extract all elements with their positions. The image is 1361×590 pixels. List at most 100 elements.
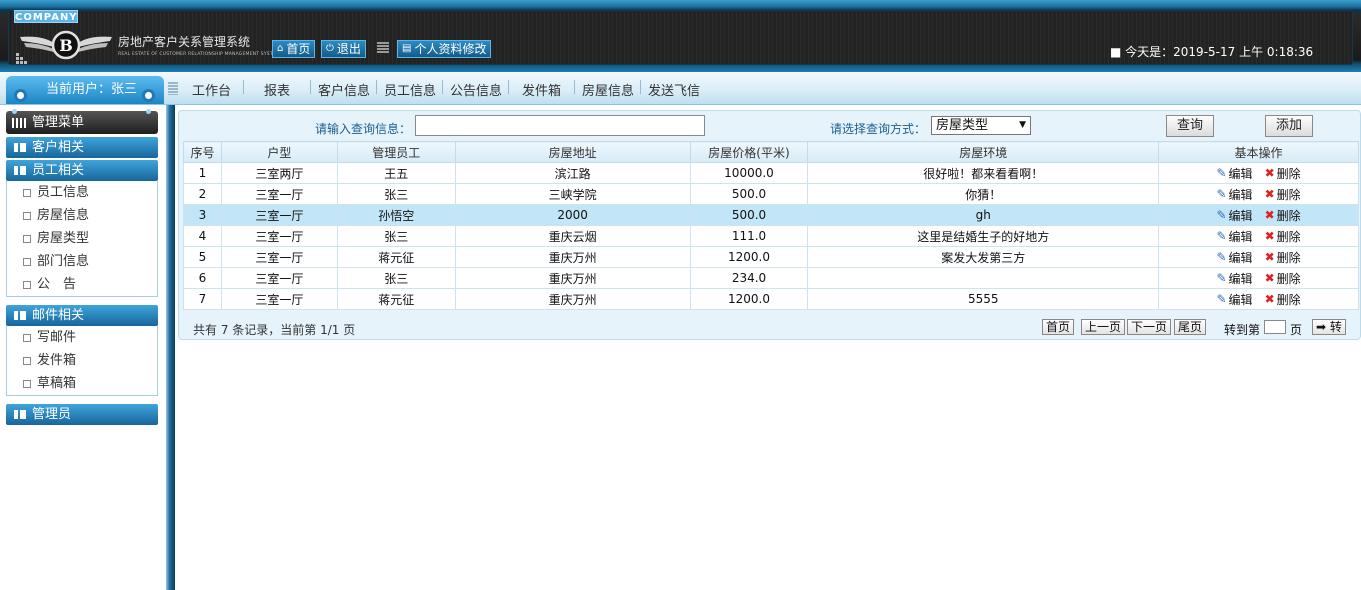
bullet-icon [23, 189, 31, 197]
nav-item-notices[interactable]: 公告信息 [450, 80, 502, 99]
cell-index: 7 [183, 288, 222, 310]
profile-edit-button[interactable]: ▤ 个人资料修改 [397, 40, 492, 58]
main-content: 请输入查询信息： 请选择查询方式： 房屋类型 ▼ 查询 添加 序号 户型 管理员… [176, 107, 1361, 590]
table-row[interactable]: 2 三室一厅 张三 三峡学院 500.0 你猜！ ✎ 编辑 ✖ 删除 [183, 183, 1359, 205]
table-row[interactable]: 1 三室两厅 王五 滨江路 10000.0 很好啦！都来看看啊！ ✎ 编辑 ✖ 删除 [183, 162, 1359, 184]
nav-item-customers[interactable]: 客户信息 [318, 80, 370, 99]
table-row[interactable]: 6 三室一厅 张三 重庆万州 234.0 ✎ 编辑 ✖ 删除 [183, 267, 1359, 289]
last-page-button[interactable]: 尾页 [1174, 319, 1207, 335]
col-header-address: 房屋地址 [454, 141, 691, 163]
delete-link[interactable]: ✖ 删除 [1265, 270, 1301, 287]
sidebar-group-customers[interactable]: 客户相关 [6, 137, 158, 158]
group-icon [14, 410, 26, 419]
cell-environment: 这里是结婚生子的好地方 [807, 225, 1160, 247]
delete-link[interactable]: ✖ 删除 [1265, 249, 1301, 266]
cell-index: 6 [183, 267, 222, 289]
sidebar-group-admin[interactable]: 管理员 [6, 404, 158, 425]
pencil-icon: ✎ [1216, 166, 1227, 180]
nav-item-report[interactable]: 报表 [264, 80, 290, 99]
sidebar-item-drafts[interactable]: 草稿箱 [7, 372, 157, 395]
goto-page-input[interactable] [1264, 320, 1286, 334]
cell-price: 1200.0 [689, 288, 809, 310]
edit-link[interactable]: ✎ 编辑 [1216, 207, 1252, 224]
search-button[interactable]: 查询 [1166, 115, 1214, 137]
delete-x-icon: ✖ [1264, 271, 1275, 285]
sidebar-group-employees[interactable]: 员工相关 [6, 160, 158, 181]
bullet-icon [23, 212, 31, 220]
cell-environment [807, 267, 1160, 289]
sidebar-item-notice[interactable]: 公 告 [7, 273, 157, 296]
sidebar-item-employee-info[interactable]: 员工信息 [7, 181, 157, 204]
delete-link[interactable]: ✖ 删除 [1265, 228, 1301, 245]
table-row[interactable]: 3 三室一厅 孙悟空 2000 500.0 gh ✎ 编辑 ✖ 删除 [183, 204, 1359, 226]
edit-link[interactable]: ✎ 编辑 [1216, 270, 1252, 287]
table-row[interactable]: 7 三室一厅 蒋元征 重庆万州 1200.0 5555 ✎ 编辑 ✖ 删除 [183, 288, 1359, 310]
prev-page-button[interactable]: 上一页 [1081, 319, 1126, 335]
cell-index: 2 [183, 183, 222, 205]
logout-button[interactable]: ⏻ 退出 [321, 40, 366, 58]
cell-employee: 张三 [336, 183, 456, 205]
add-button[interactable]: 添加 [1265, 115, 1313, 137]
cell-address: 2000 [454, 204, 691, 226]
nav-list-icon [168, 82, 178, 95]
current-date: ■ 今天是：2019-5-17 上午 0:18:36 [1110, 45, 1314, 59]
edit-link[interactable]: ✎ 编辑 [1216, 228, 1252, 245]
delete-link[interactable]: ✖ 删除 [1265, 165, 1301, 182]
nav-divider [376, 80, 377, 94]
delete-x-icon: ✖ [1264, 208, 1275, 222]
delete-x-icon: ✖ [1264, 292, 1275, 306]
pencil-icon: ✎ [1216, 229, 1227, 243]
first-page-button[interactable]: 首页 [1042, 319, 1075, 335]
query-mode-select[interactable]: 房屋类型 ▼ [931, 116, 1031, 135]
query-input[interactable] [415, 115, 705, 136]
nav-item-houses[interactable]: 房屋信息 [582, 80, 634, 99]
cell-index: 4 [183, 225, 222, 247]
pencil-icon: ✎ [1216, 250, 1227, 264]
house-table: 序号 户型 管理员工 房屋地址 房屋价格(平米) 房屋环境 基本操作 1 三室两厅… [183, 141, 1359, 310]
group-icon [14, 143, 26, 152]
cell-price: 1200.0 [689, 246, 809, 268]
sidebar-item-house-info[interactable]: 房屋信息 [7, 204, 157, 227]
nav-divider [243, 80, 244, 94]
nav-divider [640, 80, 641, 94]
sidebar-group-mail[interactable]: 邮件相关 [6, 305, 158, 326]
table-row[interactable]: 4 三室一厅 张三 重庆云烟 111.0 这里是结婚生子的好地方 ✎ 编辑 ✖ 删除 [183, 225, 1359, 247]
delete-link[interactable]: ✖ 删除 [1265, 291, 1301, 308]
delete-x-icon: ✖ [1264, 166, 1275, 180]
delete-link[interactable]: ✖ 删除 [1265, 186, 1301, 203]
cell-employee: 张三 [336, 225, 456, 247]
sidebar-item-department[interactable]: 部门信息 [7, 250, 157, 273]
cell-employee: 王五 [336, 162, 456, 184]
nav-divider [310, 80, 311, 94]
table-header-row: 序号 户型 管理员工 房屋地址 房屋价格(平米) 房屋环境 基本操作 [183, 141, 1359, 163]
col-header-price: 房屋价格(平米) [689, 141, 809, 163]
edit-link[interactable]: ✎ 编辑 [1216, 165, 1252, 182]
cell-price: 10000.0 [689, 162, 809, 184]
next-page-button[interactable]: 下一页 [1127, 319, 1172, 335]
edit-link[interactable]: ✎ 编辑 [1216, 291, 1252, 308]
delete-link[interactable]: ✖ 删除 [1265, 207, 1301, 224]
cell-address: 重庆万州 [454, 267, 691, 289]
nav-item-outbox[interactable]: 发件箱 [522, 80, 561, 99]
cell-layout: 三室一厅 [220, 183, 338, 205]
sidebar-item-outbox[interactable]: 发件箱 [7, 349, 157, 372]
cell-layout: 三室一厅 [220, 288, 338, 310]
edit-link[interactable]: ✎ 编辑 [1216, 186, 1252, 203]
top-nav: 当前用户：张三 工作台 报表 客户信息 员工信息 公告信息 发件箱 房屋信息 发… [0, 72, 1361, 105]
nav-item-fetion[interactable]: 发送飞信 [648, 80, 700, 99]
bullet-icon [23, 281, 31, 289]
nav-item-workbench[interactable]: 工作台 [192, 80, 231, 99]
sidebar-rail [166, 105, 175, 590]
home-button[interactable]: ⌂ 首页 [272, 40, 316, 58]
goto-button[interactable]: ➡ 转 [1312, 319, 1346, 335]
sidebar-item-house-type[interactable]: 房屋类型 [7, 227, 157, 250]
sidebar-item-write-mail[interactable]: 写邮件 [7, 326, 157, 349]
home-icon: ⌂ [277, 43, 284, 54]
cell-actions: ✎ 编辑 ✖ 删除 [1158, 225, 1359, 247]
cell-actions: ✎ 编辑 ✖ 删除 [1158, 267, 1359, 289]
cell-price: 234.0 [689, 267, 809, 289]
sidebar: 管理菜单 客户相关 员工相关 员工信息 房屋信息 房屋类型 部门信息 公 告 邮… [0, 105, 175, 590]
table-row[interactable]: 5 三室一厅 蒋元征 重庆万州 1200.0 案发大发第三方 ✎ 编辑 ✖ 删除 [183, 246, 1359, 268]
edit-link[interactable]: ✎ 编辑 [1216, 249, 1252, 266]
nav-item-employees[interactable]: 员工信息 [384, 80, 436, 99]
